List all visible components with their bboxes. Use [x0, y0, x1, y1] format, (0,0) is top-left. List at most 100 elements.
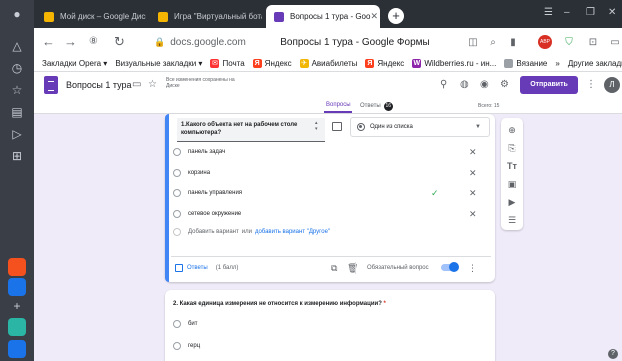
more-vert-icon[interactable]: ⋮ [468, 263, 477, 274]
option-row[interactable]: герц [173, 342, 200, 350]
messenger-app-icon[interactable] [8, 278, 26, 296]
camera-icon[interactable]: ◫ [466, 35, 480, 49]
address-toolbar: ← → ⑧ ↻ 🔒 docs.google.com Вопросы 1 тура… [34, 28, 622, 56]
reload-icon[interactable]: ↻ [114, 35, 125, 49]
tab-label: Игра "Виртуальный ботаник" [174, 12, 262, 21]
points-label: (1 балл) [215, 265, 239, 271]
search-icon[interactable]: ⌕ [486, 35, 500, 49]
option-row[interactable]: корзина ✕ [173, 166, 483, 180]
close-window-icon[interactable]: ✕ [608, 7, 616, 18]
history-icon[interactable]: ◷ [9, 60, 25, 76]
duplicate-icon[interactable]: ⧉ [331, 263, 337, 274]
bookmarks-icon[interactable]: ☆ [9, 82, 25, 98]
new-tab-button[interactable]: + [388, 8, 404, 24]
option-label[interactable]: сетевое окружение [188, 211, 241, 217]
send-button[interactable]: Отправить [520, 76, 578, 94]
move-to-folder-icon[interactable]: ▭ [132, 79, 141, 90]
option-label: бит [188, 321, 198, 327]
add-video-icon[interactable]: ▶ [506, 196, 518, 208]
required-toggle[interactable] [441, 262, 459, 272]
extensions-icon[interactable]: ⊡ [586, 35, 600, 49]
add-image-icon[interactable]: ▣ [506, 178, 518, 190]
question-title-input[interactable]: 1.Какого объекта нет на рабочем столе ко… [177, 118, 325, 142]
add-title-icon[interactable]: Tт [506, 160, 518, 172]
bookmark-mail[interactable]: ✉ Почта [210, 59, 245, 68]
preview-eye-icon[interactable]: ◉ [480, 79, 489, 90]
bookmark-opera[interactable]: Закладки Opera ▾ [42, 59, 107, 68]
option-label[interactable]: панель управления [188, 190, 242, 196]
forward-icon[interactable]: → [64, 35, 77, 49]
avatar[interactable]: Л [604, 77, 620, 93]
opera-profile-icon[interactable]: ● [9, 6, 25, 22]
bookmark-visual[interactable]: Визуальные закладки ▾ [115, 59, 202, 68]
saved-status: Все изменения сохранены на Диске [166, 77, 235, 89]
option-row[interactable]: панель задач ✕ [173, 145, 483, 159]
radio-type-icon [357, 123, 365, 131]
help-icon[interactable]: ? [608, 349, 618, 359]
question-card-2[interactable]: 2. Какая единица измерения не относится … [165, 290, 495, 361]
import-questions-icon[interactable]: ⎘ [506, 142, 518, 154]
tab-google-forms[interactable]: Вопросы 1 тура - Goo ✕ [266, 5, 380, 28]
palette-icon[interactable]: ◍ [460, 79, 469, 90]
more-vert-icon[interactable]: ⋮ [586, 79, 596, 90]
news-icon[interactable]: ▤ [9, 104, 25, 120]
shield-icon[interactable]: ⛉ [562, 35, 576, 49]
player-icon[interactable]: ▷ [9, 126, 25, 142]
remove-option-icon[interactable]: ✕ [469, 209, 477, 220]
apps-icon[interactable]: ⊞ [9, 148, 25, 164]
bookmark-wildberries[interactable]: W Wildberries.ru - ин... [412, 59, 496, 68]
easy-setup-icon[interactable]: ⑧ [89, 35, 98, 49]
option-label[interactable]: панель задач [188, 149, 225, 155]
tab-label: Вопросы 1 тура - Goo [290, 12, 371, 21]
player-app-icon[interactable] [8, 318, 26, 336]
google-forms-logo-icon[interactable] [44, 76, 58, 94]
tab-answers[interactable]: Ответы 16 [360, 102, 393, 111]
question-type-select[interactable]: Один из списка ▼ [350, 117, 490, 137]
add-question-icon[interactable]: ⊕ [506, 124, 518, 136]
add-other-link[interactable]: добавить вариант "Другое" [255, 229, 330, 235]
bookmark-icon[interactable]: ▮ [506, 35, 520, 49]
answer-key-button[interactable]: Ответы (1 балл) [175, 264, 238, 272]
form-title[interactable]: Вопросы 1 тура [66, 80, 132, 90]
radio-icon [173, 169, 181, 177]
other-bookmarks[interactable]: Другие закладки ▾ [568, 59, 622, 68]
add-image-icon[interactable] [332, 122, 342, 131]
bookmark-label: Закладки Opera ▾ [42, 59, 108, 68]
addons-icon[interactable]: ⚲ [440, 79, 447, 90]
bookmark-avia[interactable]: ✈ Авиабилеты [299, 59, 357, 68]
remove-option-icon[interactable]: ✕ [469, 188, 477, 199]
adblock-icon[interactable]: ABP [538, 35, 552, 49]
bookmark-yandex-2[interactable]: Я Яндекс [365, 59, 404, 68]
bookmark-yandex[interactable]: Я Яндекс [252, 59, 292, 68]
settings-gear-icon[interactable]: ⚙ [500, 79, 509, 90]
wallet-icon[interactable]: ▭ [608, 35, 622, 49]
option-row[interactable]: панель управления ✓ ✕ [173, 186, 483, 200]
tabs-menu-icon[interactable]: ☰ [544, 7, 553, 18]
minimize-icon[interactable]: – [564, 7, 570, 18]
mail-app-icon[interactable] [8, 258, 26, 276]
close-tab-icon[interactable]: ✕ [370, 11, 378, 22]
bookmarks-more[interactable]: » [555, 59, 559, 68]
url-page-title: Вопросы 1 тура - Google Формы [280, 36, 430, 48]
add-app-icon[interactable]: + [9, 298, 25, 314]
maximize-icon[interactable]: ❐ [586, 7, 595, 18]
tab-google-drive[interactable]: Мой диск – Google Диск [36, 5, 146, 28]
bookmark-knitting[interactable]: Вязание [504, 59, 547, 68]
remove-option-icon[interactable]: ✕ [469, 168, 477, 179]
question-card-1[interactable]: 1.Какого объекта нет на рабочем столе ко… [165, 114, 495, 282]
bookmark-label: Яндекс [264, 59, 292, 68]
option-label[interactable]: корзина [188, 170, 210, 176]
tab-botanist-game[interactable]: Игра "Виртуальный ботаник" [150, 5, 262, 28]
scroll-arrows-icon[interactable]: ▴ ▾ [315, 120, 318, 132]
back-icon[interactable]: ← [42, 35, 55, 49]
add-section-icon[interactable]: ☰ [506, 214, 518, 226]
option-row[interactable]: бит [173, 320, 198, 328]
star-icon[interactable]: ☆ [148, 79, 157, 90]
tab-questions[interactable]: Вопросы [326, 102, 351, 108]
option-row[interactable]: сетевое окружение ✕ [173, 207, 483, 221]
add-option-link[interactable]: Добавить вариант [188, 229, 239, 235]
speed-dial-icon[interactable]: △ [9, 38, 25, 54]
vpn-app-icon[interactable] [8, 340, 26, 358]
remove-option-icon[interactable]: ✕ [469, 147, 477, 158]
delete-icon[interactable]: 🗑 [347, 263, 358, 274]
